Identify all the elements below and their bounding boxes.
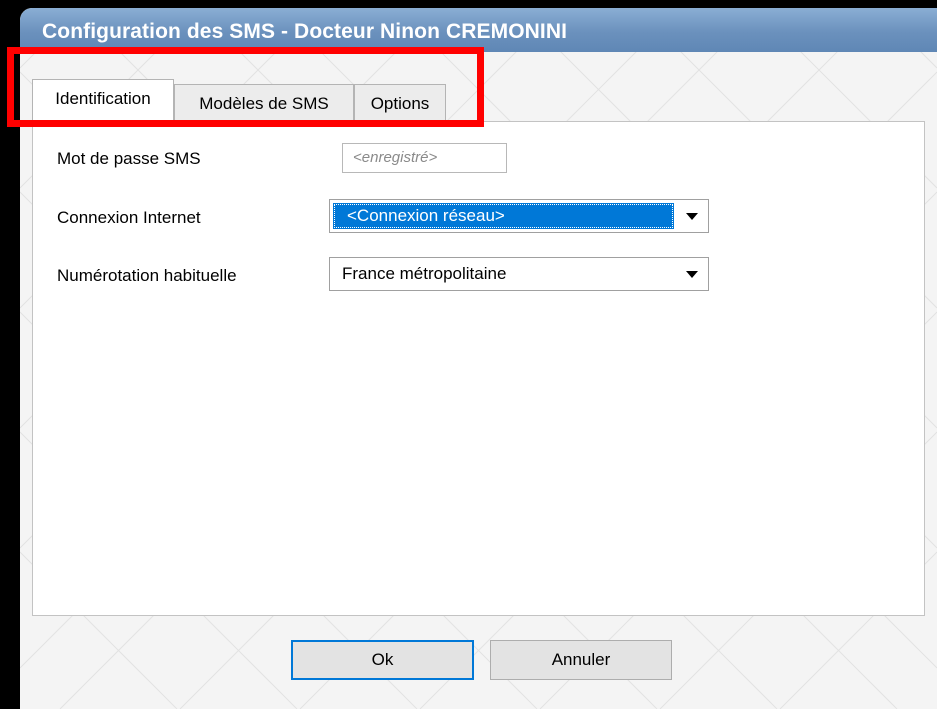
title-bar: Configuration des SMS - Docteur Ninon CR… [20,8,937,52]
connection-label: Connexion Internet [57,208,201,227]
chevron-down-icon[interactable] [686,271,698,278]
numbering-selected-value: France métropolitaine [342,264,507,283]
highlight-annotation-box [7,47,484,127]
password-field[interactable]: <enregistré> [342,143,507,173]
connection-selected-value: <Connexion réseau> [333,203,674,229]
cancel-button[interactable]: Annuler [490,640,672,680]
numbering-select[interactable]: France métropolitaine [329,257,709,291]
numbering-label: Numérotation habituelle [57,266,237,285]
ok-button[interactable]: Ok [291,640,474,680]
password-label: Mot de passe SMS [57,149,201,168]
chevron-down-icon[interactable] [686,213,698,220]
identification-panel: Mot de passe SMS <enregistré> Connexion … [32,121,925,616]
window-title: Configuration des SMS - Docteur Ninon CR… [42,20,568,43]
connection-select[interactable]: <Connexion réseau> [329,199,709,233]
